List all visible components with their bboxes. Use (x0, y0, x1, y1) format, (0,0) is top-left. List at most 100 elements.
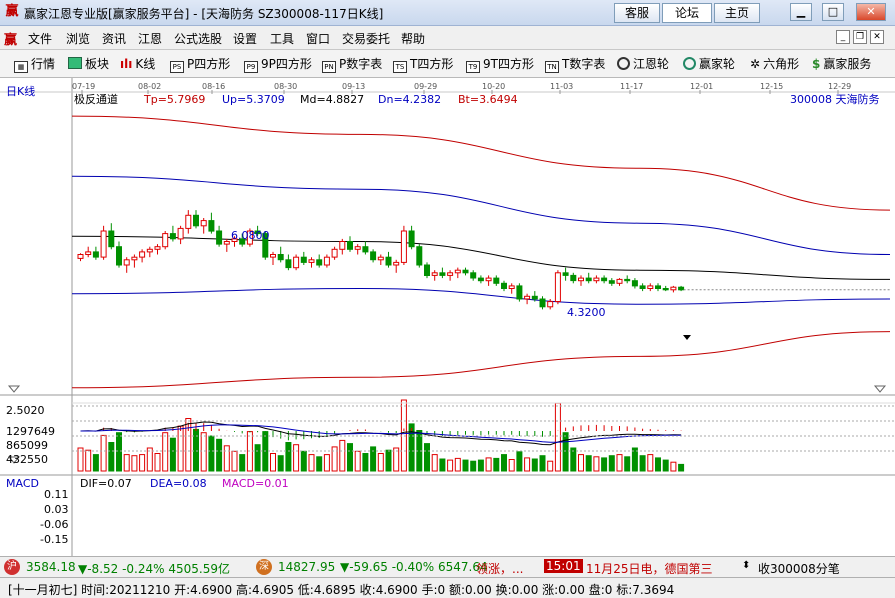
candle-body (547, 301, 554, 308)
window-title: 赢家江恩专业版[赢家服务平台] - [天海防务 SZ300008-117日K线] (24, 7, 384, 21)
volume-bar (300, 450, 307, 472)
menu-formula-select[interactable]: 公式选股 (174, 30, 222, 47)
candle-body (470, 272, 477, 279)
low-marker-label: 4.3200 (567, 306, 606, 319)
menu-file[interactable]: 文件 (28, 30, 52, 47)
volume-tick-3: 432550 (6, 453, 48, 466)
candle-body (92, 251, 99, 258)
toolbar: ▦ 行情 板块 ılı K线 PS P四方形 P9 9P四方形 PN P数字表 TS T四方… (0, 50, 895, 78)
candle-body (270, 254, 276, 258)
tool-winner-wheel[interactable]: 赢家轮 (683, 56, 735, 74)
volume-bar (593, 456, 600, 472)
volume-tick-2: 865099 (6, 439, 48, 452)
sh-index[interactable]: 3584.18 (26, 560, 76, 574)
volume-bar (123, 454, 130, 472)
tab-home[interactable]: 主页 (714, 3, 760, 23)
menu-window[interactable]: 窗口 (306, 30, 330, 47)
volume-bar (131, 455, 138, 472)
volume-bar (100, 434, 107, 472)
tool-sectors[interactable]: 板块 (68, 56, 109, 74)
news-headline[interactable]: 11月25日电，德国第三 (586, 560, 713, 577)
menu-help[interactable]: 帮助 (401, 30, 425, 47)
candle-body (339, 241, 346, 250)
tool-gann-wheel[interactable]: 江恩轮 (617, 56, 669, 74)
candle-body (408, 230, 415, 248)
candle-body (477, 277, 484, 282)
volume-bar (254, 444, 261, 472)
volume-bar (154, 453, 161, 472)
status-info: [十一月初七] 时间:20211210 开:4.6900 高:4.6905 低:… (8, 583, 675, 597)
menu-tools[interactable]: 工具 (270, 30, 294, 47)
tool-winner-service[interactable]: $ 赢家服务 (812, 56, 871, 74)
macd-title: MACD (6, 477, 39, 490)
close-button[interactable]: ✕ (856, 3, 886, 21)
tool-kline[interactable]: ılı K线 (120, 56, 155, 74)
dollar-icon: $ (812, 57, 821, 71)
menu-gann[interactable]: 江恩 (138, 30, 162, 47)
tool-9p-square[interactable]: P9 9P四方形 (244, 56, 312, 74)
mdi-restore-button[interactable]: ❐ (853, 30, 867, 44)
tab-customer-service[interactable]: 客服 (614, 3, 660, 23)
candle-body (216, 230, 223, 245)
tab-forum[interactable]: 论坛 (662, 3, 712, 23)
candle-body (316, 259, 323, 266)
volume-bar (454, 457, 461, 472)
tool-t-table-label: T数字表 (562, 57, 606, 71)
tool-p-square-label: P四方形 (187, 57, 231, 71)
macd-tick-3: -0.06 (40, 518, 69, 531)
tool-p-square[interactable]: PS P四方形 (170, 56, 230, 74)
tool-t-table[interactable]: TN T数字表 (545, 56, 605, 74)
macd-value: MACD=0.01 (222, 477, 289, 490)
menu-settings[interactable]: 设置 (233, 30, 257, 47)
tool-sectors-label: 板块 (85, 57, 110, 71)
volume-bar (647, 454, 654, 472)
sz-badge: 深 (256, 559, 272, 575)
candle-body (493, 277, 500, 284)
candle-body (169, 233, 176, 240)
volume-bar (670, 461, 677, 472)
volume-bar (624, 456, 631, 472)
minimize-button[interactable]: ▁ (790, 3, 812, 21)
candle-body (300, 256, 307, 263)
candle-body (162, 233, 169, 248)
mdi-minimize-button[interactable]: _ (836, 30, 850, 44)
sz-index[interactable]: 14827.95 (278, 560, 335, 574)
maximize-button[interactable]: □ (822, 3, 844, 21)
sz-change: ▼-59.65 -0.40% 6547.64 (340, 560, 488, 574)
volume-bar (239, 454, 246, 472)
candle-body (624, 278, 631, 282)
date-tick: 10-20 (482, 82, 505, 91)
menu-info[interactable]: 资讯 (102, 30, 126, 47)
menu-bar: 赢 文件 浏览 资讯 江恩 公式选股 设置 工具 窗口 交易委托 帮助 _ ❐ … (0, 26, 895, 50)
volume-bar (139, 454, 146, 472)
candle-body (362, 246, 369, 253)
menu-trade[interactable]: 交易委托 (342, 30, 390, 47)
candle-body (501, 282, 507, 290)
blocks-icon (68, 57, 82, 69)
tool-9t-square[interactable]: T9 9T四方形 (466, 56, 534, 74)
menu-browse[interactable]: 浏览 (66, 30, 90, 47)
tool-hexagon[interactable]: ✲ 六角形 (750, 56, 799, 74)
volume-bar (339, 439, 346, 472)
tn-icon: TN (545, 61, 559, 73)
mdi-logo-icon: 赢 (4, 33, 18, 48)
candle-body (601, 277, 608, 282)
stat-tp: Tp=5.7969 (144, 93, 206, 106)
kline-chart[interactable]: 07-19 08-02 08-16 08-30 09-13 09-29 10-20 11-03… (0, 78, 895, 556)
mdi-close-button[interactable]: ✕ (870, 30, 884, 44)
tool-t-square[interactable]: TS T四方形 (393, 56, 453, 74)
volume-bar (501, 454, 507, 472)
date-tick: 09-13 (342, 82, 365, 91)
ps-icon: PS (170, 61, 184, 73)
volume-bar (547, 460, 554, 472)
candle-body (416, 246, 423, 266)
tool-market[interactable]: ▦ 行情 (14, 56, 55, 74)
news-tail[interactable]: 领涨，... (476, 560, 523, 577)
ticker-scroll-icon[interactable]: ⬍ (742, 560, 750, 571)
date-tick: 07-19 (72, 82, 95, 91)
tool-p-table[interactable]: PN P数字表 (322, 56, 382, 74)
candle-body (139, 251, 146, 258)
candle-body (354, 246, 361, 250)
volume-bar (424, 443, 430, 472)
tool-9t-square-label: 9T四方形 (483, 57, 534, 71)
